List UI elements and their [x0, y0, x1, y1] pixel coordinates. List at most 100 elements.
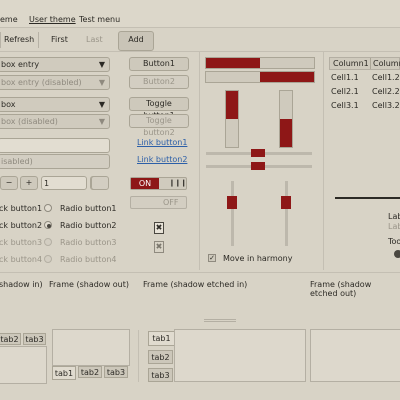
frame-etched-in-label: Frame (shadow etched in) [143, 280, 248, 289]
radio-button-3-indicator [44, 238, 52, 246]
radio-button-4-indicator [44, 255, 52, 263]
combo-box-entry-disabled-text: box entry (disabled) [1, 78, 82, 87]
frame-shadow-out-label: Frame (shadow out) [49, 280, 130, 289]
nb2-tab-2[interactable]: tab2 [78, 366, 102, 378]
check-button-2[interactable]: ck button2 [0, 221, 42, 230]
document-delete-icon[interactable]: ✖ [154, 222, 164, 234]
tree-cell[interactable]: Cell1.2 [372, 73, 400, 82]
vertical-scale-1-handle[interactable] [227, 196, 237, 209]
document-delete-icon-disabled: ✖ [154, 241, 164, 253]
tree-cell[interactable]: Cell3.1 [331, 101, 359, 110]
nb3-tab-2[interactable]: tab2 [148, 350, 173, 364]
toggle-button-2: Toggle button2 [129, 114, 189, 137]
tool-icon[interactable] [394, 250, 400, 258]
menu-item-theme[interactable]: eme [0, 15, 18, 24]
spin-decrement-button[interactable]: − [0, 176, 18, 190]
column-divider [138, 330, 139, 382]
switch-on-label: ON [131, 178, 159, 189]
tree-header-separator [370, 58, 371, 69]
progress-bar-1-fill [206, 58, 260, 68]
check-button-4: ck button4 [0, 255, 43, 264]
last-button[interactable]: Last [86, 35, 103, 44]
check-button-1[interactable]: ck button1 [0, 204, 42, 213]
move-in-harmony-checkbox[interactable]: ✓ [208, 254, 216, 262]
switch-grip-icon: ❙❙❙ [169, 179, 187, 187]
tree-cell[interactable]: Cell2.1 [331, 87, 359, 96]
notebook-2-page [52, 329, 130, 366]
column-divider [199, 52, 200, 270]
first-button[interactable]: First [51, 35, 68, 44]
tree-header: Column1 Column2 [329, 57, 400, 70]
radio-button-1-indicator[interactable] [44, 204, 52, 212]
radio-button-4-label: Radio button4 [60, 255, 117, 264]
nb3-tab-3[interactable]: tab3 [148, 368, 173, 382]
check-button-3: ck button3 [0, 238, 43, 247]
vertical-scale-2[interactable] [285, 181, 288, 246]
notebook-1-page [0, 346, 47, 384]
nb2-tab-1[interactable]: tab1 [52, 366, 76, 380]
spin-increment-button-2[interactable] [91, 176, 109, 190]
text-entry-disabled-text: isabled) [1, 157, 33, 166]
vertical-progress-2 [279, 90, 293, 148]
combo-box-text: box [1, 100, 16, 109]
horizontal-scale-2-handle[interactable] [251, 162, 265, 170]
switch-off-label: OFF [163, 198, 179, 207]
toolbar: Refresh First Last Add [0, 28, 400, 52]
chevron-down-icon: ▼ [98, 100, 105, 109]
spin-entry[interactable]: 1 [41, 176, 87, 190]
tree-header-column1[interactable]: Column1 [333, 59, 369, 68]
separator-line [335, 197, 400, 199]
section-divider [0, 272, 400, 273]
radio-button-3-label: Radio button3 [60, 238, 117, 247]
text-entry[interactable] [0, 138, 110, 153]
button-1[interactable]: Button1 [129, 57, 189, 71]
progress-bar-1 [205, 57, 315, 69]
label-1: Lab [388, 212, 400, 221]
menu-item-test-menu[interactable]: Test menu [79, 15, 120, 24]
notebook-4-page [310, 329, 400, 382]
menu-item-user-theme[interactable]: User theme [29, 15, 76, 24]
refresh-button[interactable]: Refresh [4, 35, 34, 44]
toggle-button-1[interactable]: Toggle button1 [129, 97, 189, 120]
text-entry-disabled: isabled) [0, 154, 110, 169]
vertical-scale-2-handle[interactable] [281, 196, 291, 209]
vertical-progress-1 [225, 90, 239, 148]
frame-etched-out-label: Frame (shadow etched out) [310, 280, 372, 298]
nb3-tab-1[interactable]: tab1 [148, 331, 175, 346]
radio-button-2-label[interactable]: Radio button2 [60, 221, 117, 230]
tree-header-column2[interactable]: Column2 [373, 59, 400, 68]
chevron-down-icon[interactable]: ▼ [99, 58, 105, 71]
combo-box-disabled-text: box (disabled) [1, 117, 58, 126]
pane-handle-icon[interactable] [204, 319, 236, 322]
spin-increment-button[interactable]: + [20, 176, 38, 190]
tree-cell[interactable]: Cell1.1 [331, 73, 359, 82]
column-divider [323, 52, 324, 270]
move-in-harmony-label[interactable]: Move in harmony [223, 254, 292, 263]
nb2-tab-3[interactable]: tab3 [104, 366, 128, 378]
radio-button-1-label[interactable]: Radio button1 [60, 204, 117, 213]
switch-off: OFF [130, 196, 187, 209]
notebook-3-page [174, 329, 306, 382]
toolbar-separator [0, 32, 1, 48]
horizontal-scale-1-handle[interactable] [251, 149, 265, 157]
nb1-tab-2[interactable]: tab2 [0, 333, 21, 345]
tree-cell[interactable]: Cell3.2 [372, 101, 400, 110]
spin-value: 1 [44, 179, 50, 188]
label-2: Lab [388, 222, 400, 231]
button-2: Button2 [129, 75, 189, 89]
combo-box-entry[interactable]: box entry ▼ [0, 57, 110, 72]
chevron-down-icon: ▼ [98, 117, 105, 126]
vertical-scale-1[interactable] [231, 181, 234, 246]
tool-label: Too [388, 237, 400, 246]
combo-box[interactable]: box ▼ [0, 97, 110, 112]
radio-button-2-indicator[interactable] [44, 221, 52, 229]
nb1-tab-3[interactable]: tab3 [23, 333, 46, 345]
link-button-2[interactable]: Link button2 [137, 155, 187, 164]
add-button[interactable]: Add [118, 31, 154, 51]
switch-on[interactable]: ON ❙❙❙ [130, 177, 187, 190]
vertical-progress-2-fill [280, 119, 292, 147]
tree-cell[interactable]: Cell2.2 [372, 87, 400, 96]
link-button-1[interactable]: Link button1 [137, 138, 187, 147]
frame-shadow-in-label: shadow in) [0, 280, 43, 289]
combo-box-entry-text: box entry [1, 60, 40, 69]
